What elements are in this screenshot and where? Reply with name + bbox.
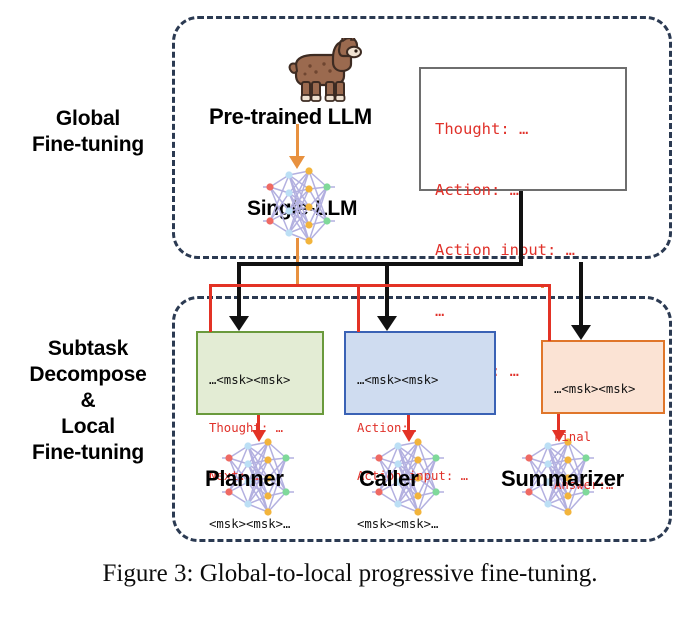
prompt-line: Action input: … bbox=[435, 241, 575, 260]
prompt-line: … bbox=[435, 301, 445, 320]
caller-label: Caller bbox=[359, 466, 419, 491]
figure-caption: Figure 3: Global-to-local progressive fi… bbox=[102, 560, 598, 587]
prompt-line: Thought: … bbox=[435, 120, 529, 139]
prompt-line: …<msk><msk> bbox=[554, 381, 636, 396]
prompt-line: Action:… bbox=[357, 420, 417, 435]
llama-icon bbox=[288, 31, 362, 104]
connector-black-to-summarizer bbox=[579, 262, 583, 330]
summarizer-prompt-box: …<msk><msk> Final Answer:… bbox=[541, 340, 665, 492]
connector-prompt-down bbox=[519, 191, 523, 263]
stage-label-local: Subtask Decompose & Local Fine-tuning bbox=[29, 337, 147, 465]
planner-label: Planner bbox=[205, 466, 284, 491]
planner-prompt-box: …<msk><msk> Thought: … Next: … <msk><msk… bbox=[196, 331, 324, 531]
arrowhead-black bbox=[571, 325, 591, 340]
summarizer-label: Summarizer bbox=[501, 466, 624, 491]
connector-black-to-caller bbox=[385, 262, 389, 321]
connector-black-to-planner bbox=[237, 262, 241, 321]
prompt-line: <msk><msk>… bbox=[209, 516, 291, 531]
arrowhead-orange bbox=[289, 156, 305, 169]
stage-label-global: Global Fine-tuning bbox=[31, 107, 145, 157]
prompt-line: …<msk><msk> bbox=[209, 372, 291, 387]
neural-network-icon bbox=[263, 163, 335, 245]
prompt-line: …<msk><msk> bbox=[357, 372, 439, 387]
prompt-line: Action: … bbox=[435, 180, 519, 199]
connector-red-to-planner-box bbox=[209, 284, 212, 332]
connector-red-to-caller-box bbox=[357, 284, 360, 332]
arrowhead-red bbox=[252, 430, 266, 442]
connector-pretrained-to-single bbox=[296, 124, 299, 160]
caller-prompt-box: …<msk><msk> Action:… Action input: … <ms… bbox=[344, 331, 496, 531]
global-prompt-box: Thought: … Action: … Action input: … … A… bbox=[419, 67, 627, 380]
figure-canvas: Global Fine-tuning Subtask Decompose & Local… bbox=[0, 0, 700, 618]
prompt-line: Final bbox=[554, 429, 592, 444]
arrowhead-black bbox=[377, 316, 397, 331]
connector-red-bus bbox=[209, 284, 551, 287]
arrowhead-red bbox=[402, 430, 416, 442]
arrowhead-black bbox=[229, 316, 249, 331]
pretrained-llm-label: Pre-trained LLM bbox=[209, 104, 372, 129]
connector-red-to-summarizer-box bbox=[548, 284, 551, 341]
prompt-line: <msk><msk>… bbox=[357, 516, 439, 531]
arrowhead-red bbox=[552, 430, 566, 442]
connector-black-bus bbox=[237, 262, 523, 266]
